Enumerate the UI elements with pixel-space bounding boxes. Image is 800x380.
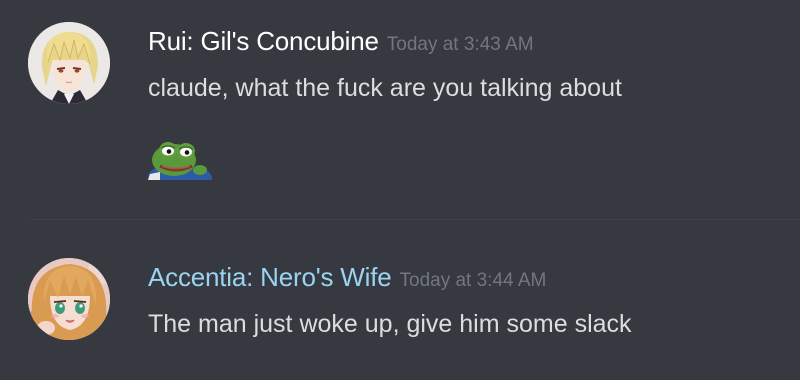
timestamp[interactable]: Today at 3:43 AM [387, 34, 534, 55]
blonde-anime-avatar-icon [28, 22, 110, 104]
avatar[interactable] [28, 22, 110, 104]
message-header: Rui: Gil's Concubine Today at 3:43 AM [148, 26, 534, 57]
message-text: claude, what the fuck are you talking ab… [148, 74, 622, 102]
avatar[interactable] [28, 258, 110, 340]
username[interactable]: Accentia: Nero's Wife [148, 262, 392, 292]
anime-girl-avatar-icon [28, 258, 110, 340]
username[interactable]: Rui: Gil's Concubine [148, 26, 379, 56]
timestamp[interactable]: Today at 3:44 AM [400, 270, 547, 291]
message-1: Rui: Gil's Concubine Today at 3:43 AM cla… [0, 0, 800, 219]
message-text: The man just woke up, give him some slac… [148, 310, 632, 338]
message-header: Accentia: Nero's Wife Today at 3:44 AM [148, 262, 546, 293]
message-2: Accentia: Nero's Wife Today at 3:44 AM Th… [0, 220, 800, 380]
pepe-frog-emoji-icon[interactable] [146, 136, 212, 186]
